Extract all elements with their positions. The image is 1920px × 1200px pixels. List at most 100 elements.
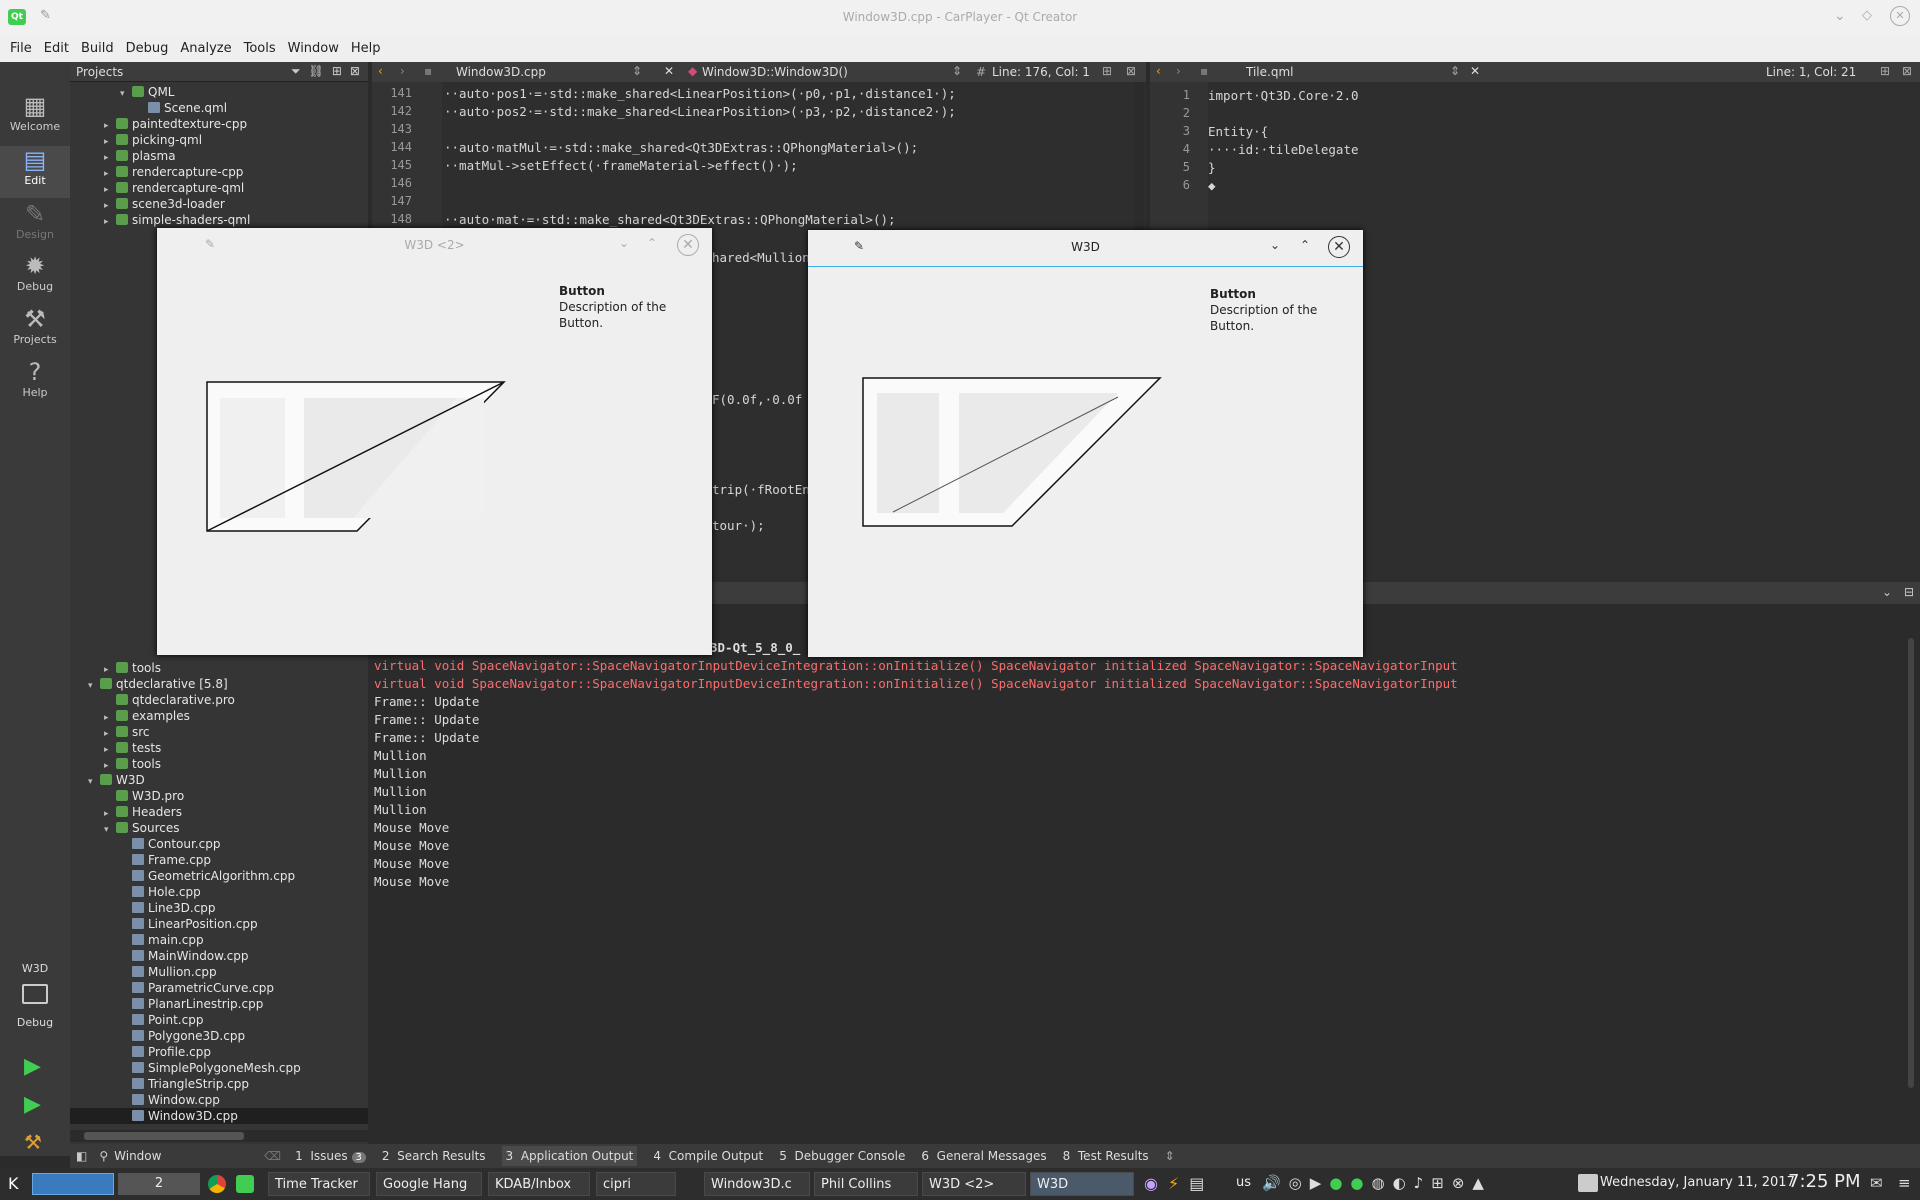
tree-item[interactable]: ▾ Sources: [104, 820, 179, 836]
expand-right-icon[interactable]: ▸: [104, 214, 116, 230]
kde-menu-icon[interactable]: K: [8, 1174, 19, 1193]
output-scrollbar[interactable]: [1906, 638, 1916, 1144]
tab-general-messages[interactable]: 6 General Messages: [921, 1149, 1046, 1163]
pager-desktop-2[interactable]: 2: [118, 1173, 200, 1195]
mode-welcome[interactable]: ▦ Welcome: [0, 92, 70, 144]
menu-edit[interactable]: Edit: [44, 41, 69, 56]
task-time-tracker[interactable]: Time Tracker: [268, 1172, 370, 1196]
tree-item[interactable]: ▸ rendercapture-qml: [104, 180, 244, 196]
tree-item[interactable]: GeometricAlgorithm.cpp: [120, 868, 295, 884]
w3d-viewport[interactable]: [808, 230, 1363, 657]
code-line[interactable]: ··auto·mat·=·std::make_shared<Qt3DExtras…: [444, 212, 896, 227]
editor1-file-selector[interactable]: Window3D.cpp: [456, 65, 546, 79]
editor1-cursor-position[interactable]: Line: 176, Col: 1: [992, 65, 1090, 79]
menu-debug[interactable]: Debug: [126, 41, 169, 56]
locator-clear-icon[interactable]: ⌫: [264, 1149, 281, 1163]
expand-down-icon[interactable]: ▾: [88, 678, 100, 694]
expand-down-icon[interactable]: ▾: [120, 86, 132, 102]
split-close-icon[interactable]: ⊠: [1902, 64, 1912, 78]
code-line[interactable]: import·Qt3D.Core·2.0: [1208, 88, 1359, 103]
back-arrow-icon[interactable]: ‹: [378, 64, 383, 78]
tree-item[interactable]: ▸ paintedtexture-cpp: [104, 116, 247, 132]
code-line[interactable]: }: [1208, 160, 1216, 175]
menu-tools[interactable]: Tools: [244, 41, 276, 56]
monitor-icon[interactable]: [22, 984, 48, 1004]
chevron-updown-icon[interactable]: ⇕: [952, 64, 962, 78]
tab-compile-output[interactable]: 4 Compile Output: [653, 1149, 763, 1163]
tree-item[interactable]: MainWindow.cpp: [120, 948, 249, 964]
menu-build[interactable]: Build: [81, 41, 114, 56]
tree-item[interactable]: Window3D.cpp: [70, 1108, 368, 1124]
mode-debug[interactable]: ✹ Debug: [0, 252, 70, 304]
w3d-viewport-2[interactable]: [157, 228, 712, 655]
tree-item[interactable]: ▸ plasma: [104, 148, 176, 164]
menu-window[interactable]: Window: [288, 41, 339, 56]
chevron-updown-icon[interactable]: ⇕: [632, 64, 642, 78]
tree-item[interactable]: ▸ tools: [104, 756, 161, 772]
tree-item[interactable]: TriangleStrip.cpp: [120, 1076, 249, 1092]
tree-item[interactable]: SimplePolygoneMesh.cpp: [120, 1060, 301, 1076]
sidebar-toggle-icon[interactable]: ◧: [76, 1149, 87, 1163]
code-line[interactable]: ◆: [1208, 178, 1216, 193]
application-output[interactable]: 3D-Qt_5_8_0_ virtual void SpaceNavigator…: [372, 604, 1920, 1144]
tab-test-results[interactable]: 8 Test Results: [1063, 1149, 1149, 1163]
code-line[interactable]: ··auto·matMul·=·std::make_shared<Qt3DExt…: [444, 140, 918, 155]
editor2-file-selector[interactable]: Tile.qml: [1246, 65, 1293, 79]
menu-file[interactable]: File: [10, 41, 32, 56]
maximize-icon[interactable]: ◇: [1862, 8, 1872, 23]
close-icon[interactable]: ✕: [1890, 6, 1910, 26]
code-line[interactable]: ··auto·pos2·=·std::make_shared<LinearPos…: [444, 104, 956, 119]
tab-debugger-console[interactable]: 5 Debugger Console: [779, 1149, 905, 1163]
w3d-window[interactable]: W3D ✎ ⌄ ⌃ ✕ Button Description of the Bu…: [808, 230, 1363, 657]
tree-item[interactable]: LinearPosition.cpp: [120, 916, 258, 932]
code-line[interactable]: ··matMul->setEffect(·frameMaterial->effe…: [444, 158, 798, 173]
tree-item[interactable]: Contour.cpp: [120, 836, 220, 852]
tree-item[interactable]: Mullion.cpp: [120, 964, 217, 980]
tree-item[interactable]: Point.cpp: [120, 1012, 203, 1028]
forward-arrow-icon[interactable]: ›: [400, 64, 405, 78]
chevron-updown-icon[interactable]: ⇕: [1450, 64, 1460, 78]
tree-item[interactable]: Window.cpp: [120, 1092, 220, 1108]
tree-item[interactable]: ▸ tests: [104, 740, 161, 756]
task-w3d-2[interactable]: W3D <2>: [922, 1172, 1026, 1196]
editor2-cursor-position[interactable]: Line: 1, Col: 21: [1766, 65, 1856, 79]
menu-analyze[interactable]: Analyze: [180, 41, 231, 56]
chevron-down-icon[interactable]: ⌄: [1882, 585, 1892, 599]
task-w3d[interactable]: W3D: [1030, 1172, 1134, 1196]
projects-panel-title[interactable]: Projects: [76, 65, 123, 79]
tray-icons-right[interactable]: 🔊◎▶●●◍◐♪⊞⊗▲: [1262, 1174, 1492, 1192]
tree-item[interactable]: ▸ scene3d-loader: [104, 196, 225, 212]
tree-item[interactable]: Polygone3D.cpp: [120, 1028, 245, 1044]
printer-icon[interactable]: [1578, 1174, 1598, 1192]
debug-run-icon[interactable]: ▶: [24, 1092, 41, 1117]
task-window3d[interactable]: Window3D.c: [704, 1172, 810, 1196]
split-icon[interactable]: ⊞: [1880, 64, 1890, 78]
back-arrow-icon[interactable]: ‹: [1156, 64, 1161, 78]
close-document-icon[interactable]: ✕: [664, 64, 674, 78]
code-line[interactable]: Entity·{: [1208, 124, 1268, 139]
tree-item[interactable]: ▸ src: [104, 724, 150, 740]
tree-item[interactable]: ▾ qtdeclarative [5.8]: [88, 676, 228, 692]
tree-item[interactable]: ▸ picking-qml: [104, 132, 202, 148]
mode-edit[interactable]: ▤ Edit: [0, 146, 70, 198]
tree-item[interactable]: ▸ examples: [104, 708, 190, 724]
tray-icons[interactable]: ◉⚡▤: [1144, 1174, 1214, 1193]
code-fragment[interactable]: tour·);: [712, 518, 765, 533]
code-fragment[interactable]: F(0.0f,·0.0f: [712, 392, 802, 407]
task-google-hangouts[interactable]: Google Hang: [376, 1172, 482, 1196]
editor1-symbol-selector[interactable]: Window3D::Window3D(): [702, 65, 848, 79]
mode-projects[interactable]: ⚒ Projects: [0, 305, 70, 357]
locator-input[interactable]: Window: [114, 1149, 264, 1163]
tree-item[interactable]: Scene.qml: [136, 100, 227, 116]
tree-item[interactable]: ▾ QML: [120, 84, 174, 100]
tab-application-output[interactable]: 3 Application Output: [501, 1146, 638, 1166]
mode-help[interactable]: ? Help: [0, 358, 70, 410]
qt-creator-launcher-icon[interactable]: [236, 1175, 254, 1193]
code-line[interactable]: ··auto·pos1·=·std::make_shared<LinearPos…: [444, 86, 956, 101]
tree-item[interactable]: Frame.cpp: [120, 852, 211, 868]
tree-item[interactable]: ▸ Headers: [104, 804, 182, 820]
keyboard-layout[interactable]: us: [1236, 1175, 1251, 1190]
run-icon[interactable]: ▶: [24, 1054, 41, 1079]
pager-desktop-1[interactable]: [32, 1173, 114, 1195]
tree-item[interactable]: ▾ W3D: [88, 772, 145, 788]
